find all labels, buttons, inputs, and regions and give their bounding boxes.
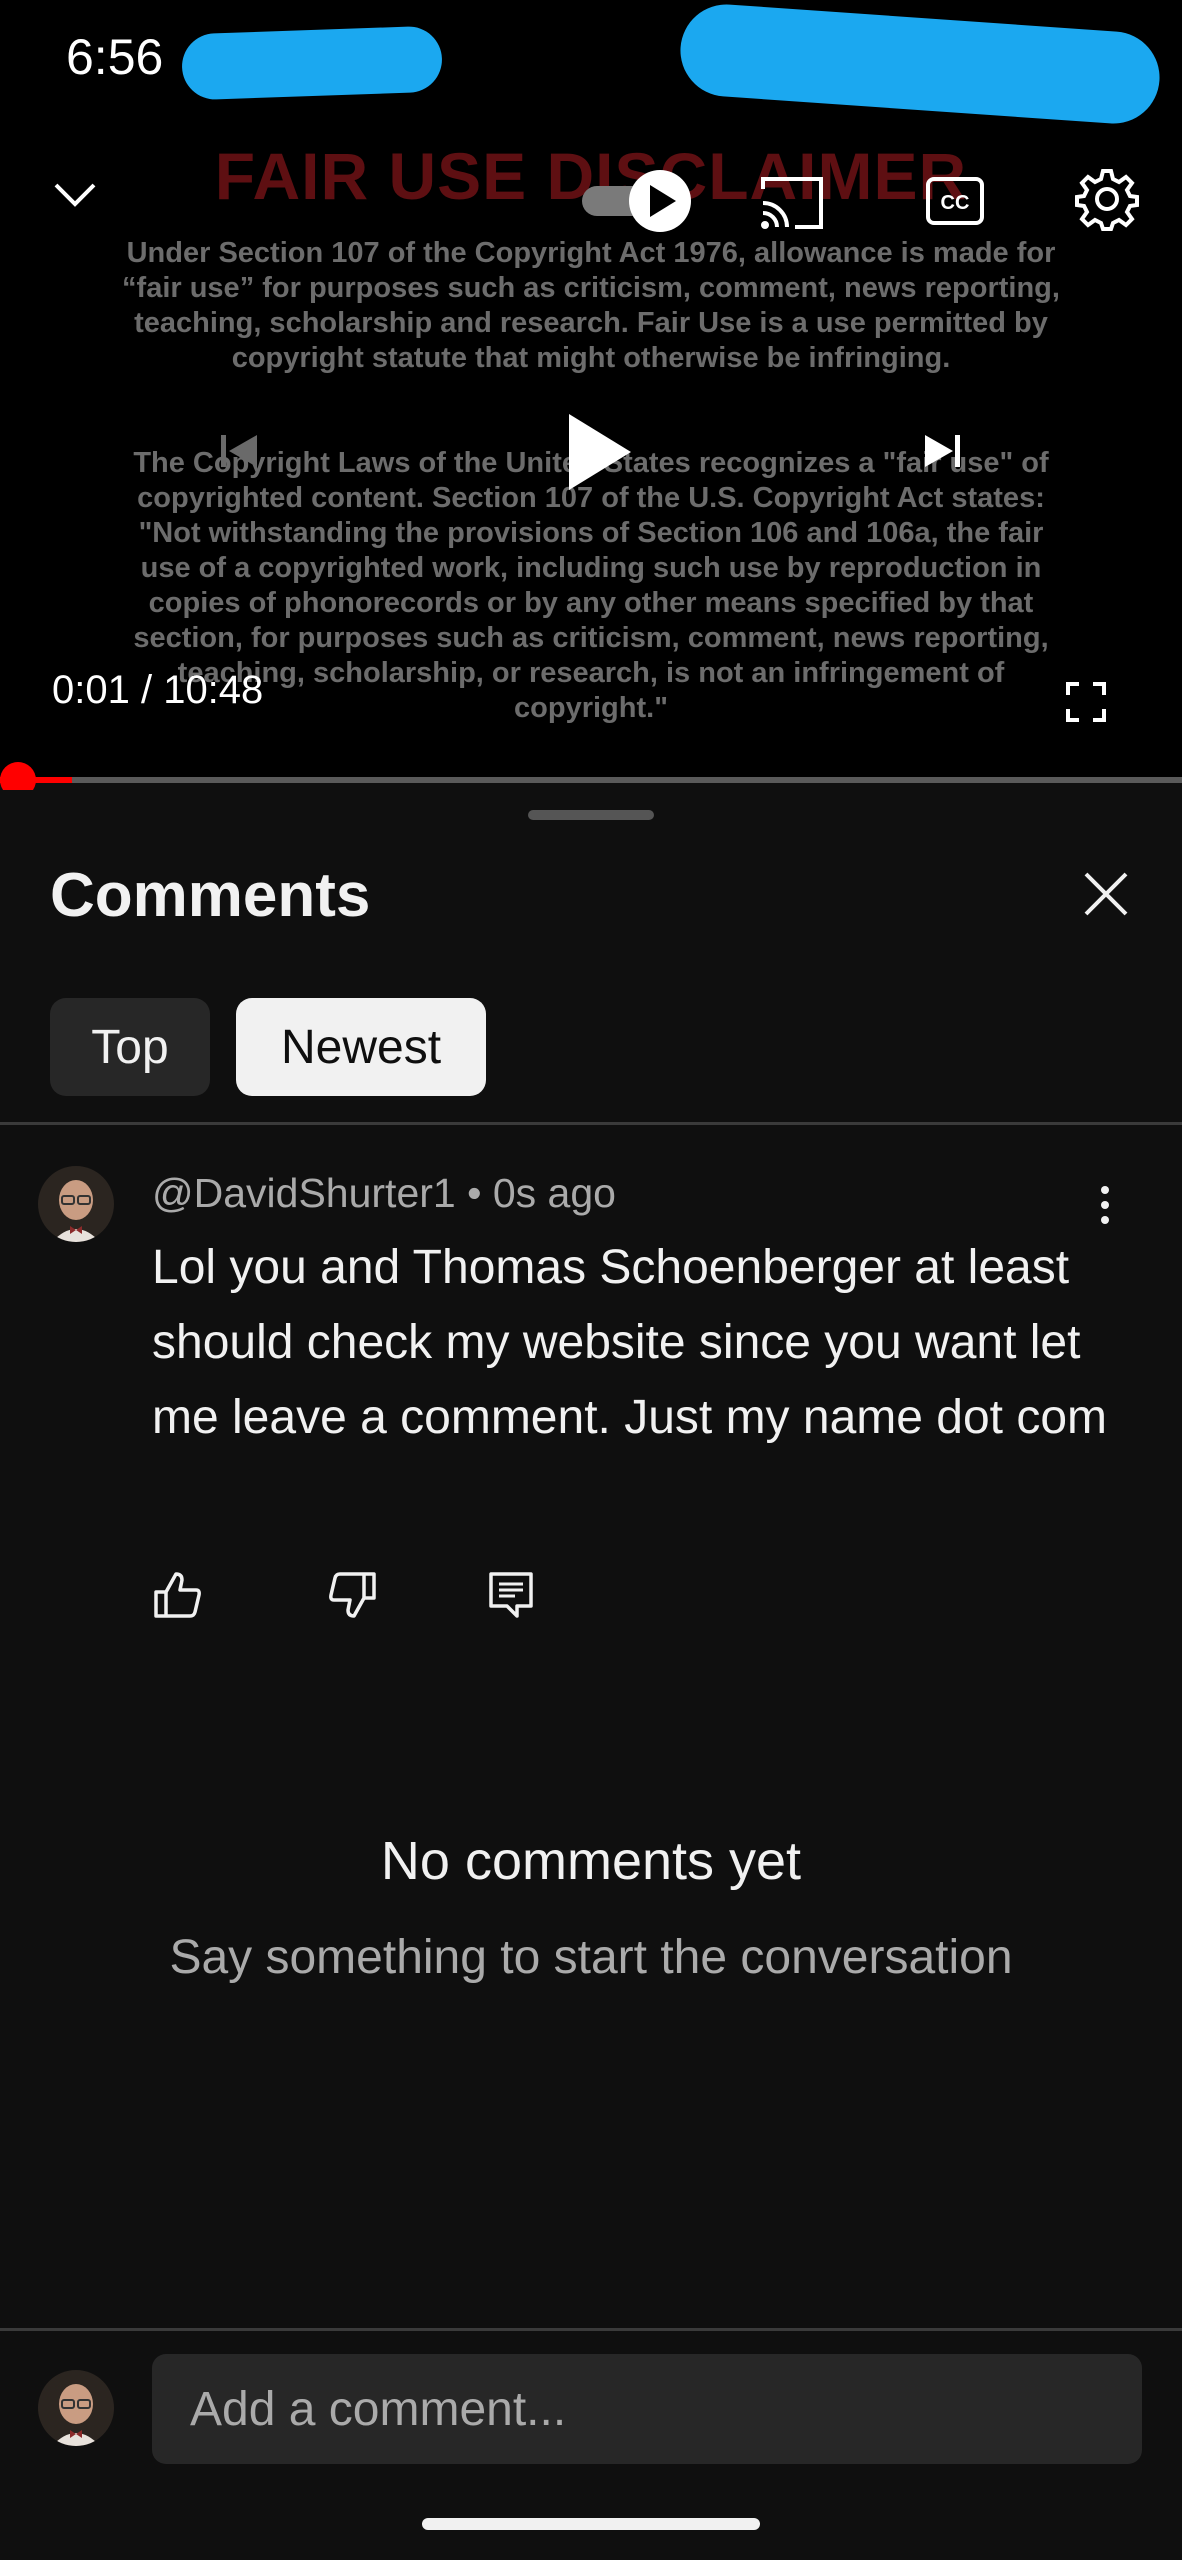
thumbs-up-icon[interactable]	[150, 1568, 204, 1622]
comment-age: 0s ago	[492, 1170, 616, 1216]
tab-newest[interactable]: Newest	[236, 998, 486, 1096]
status-time: 6:56	[66, 29, 164, 85]
divider	[0, 1122, 1182, 1125]
reply-icon[interactable]	[484, 1568, 538, 1622]
cast-icon[interactable]	[752, 168, 832, 238]
comment-author[interactable]: @DavidShurter1	[152, 1170, 456, 1216]
avatar[interactable]	[38, 1166, 114, 1242]
close-icon[interactable]	[1076, 864, 1136, 924]
play-icon[interactable]	[552, 402, 648, 502]
empty-state-title: No comments yet	[380, 1831, 802, 1891]
redaction-mark	[180, 25, 444, 101]
thumbs-down-icon[interactable]	[326, 1568, 380, 1622]
user-avatar	[38, 2370, 114, 2446]
add-comment-input[interactable]	[188, 2380, 1092, 2438]
video-player[interactable]: FAIR USE DISCLAIMER Under Section 107 of…	[0, 0, 1182, 780]
more-options-icon[interactable]	[1090, 1180, 1120, 1230]
settings-gear-icon[interactable]	[1070, 162, 1144, 236]
tab-top[interactable]: Top	[50, 998, 210, 1096]
comments-title: Comments	[50, 861, 371, 930]
chevron-down-icon[interactable]	[40, 160, 110, 230]
comment-meta: @DavidShurter1 • 0s ago	[152, 1170, 616, 1217]
previous-icon[interactable]	[206, 418, 272, 484]
autoplay-toggle-icon[interactable]	[578, 168, 694, 234]
drag-handle[interactable]	[528, 810, 654, 820]
video-timecode: 0:01 / 10:48	[52, 668, 264, 712]
next-icon[interactable]	[910, 418, 976, 484]
fullscreen-icon[interactable]	[1060, 676, 1112, 728]
captions-icon[interactable]: CC	[920, 168, 990, 234]
home-indicator[interactable]	[422, 2518, 760, 2530]
meta-separator: •	[455, 1170, 493, 1216]
svg-text:CC: CC	[941, 192, 970, 214]
empty-state-subtitle: Say something to start the conversation	[169, 1931, 1013, 1984]
add-comment-box[interactable]	[152, 2354, 1142, 2464]
divider	[0, 2328, 1182, 2331]
comment-text: Lol you and Thomas Schoenberger at least…	[152, 1241, 1108, 1444]
progress-track[interactable]	[0, 777, 1182, 783]
disclaimer-paragraph-1: Under Section 107 of the Copyright Act 1…	[122, 237, 1060, 374]
